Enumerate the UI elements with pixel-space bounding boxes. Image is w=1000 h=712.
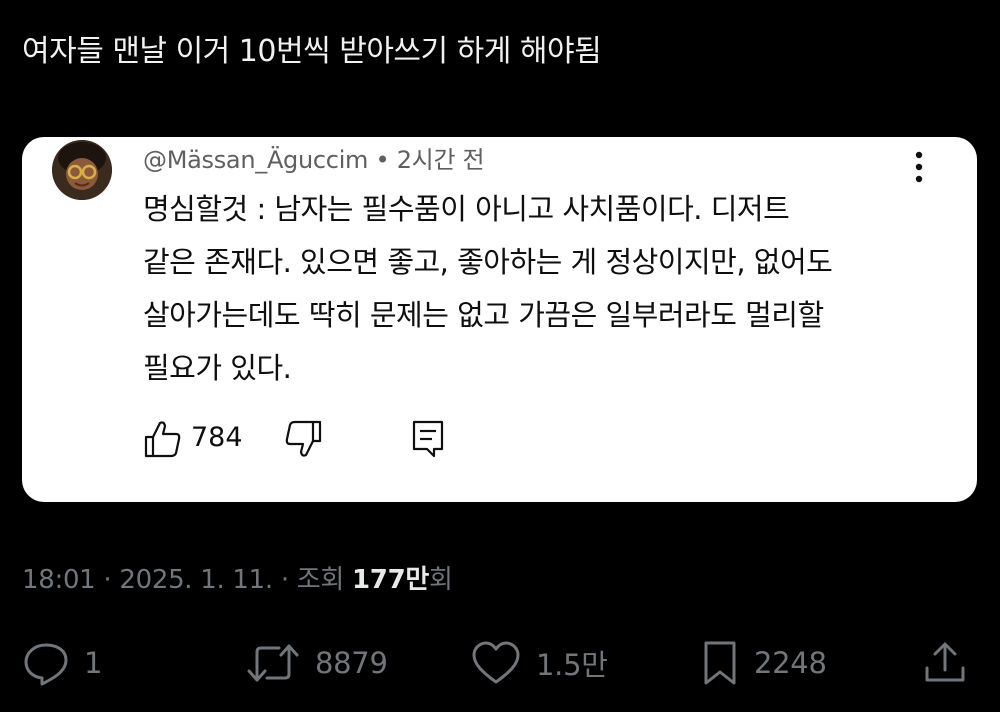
- tweet-date: 2025. 1. 11.: [119, 565, 273, 595]
- reply-button[interactable]: 1: [22, 638, 102, 688]
- post-text: 여자들 맨날 이거 10번씩 받아쓰기 하게 해야됨: [22, 34, 602, 69]
- engagement-bar: 1 8879 1.5만 2248: [0, 630, 1000, 700]
- meta-dot: ·: [280, 565, 289, 595]
- more-vertical-icon[interactable]: [907, 149, 931, 185]
- retweet-icon: [245, 640, 301, 686]
- share-icon: [922, 640, 968, 686]
- reply-icon: [22, 640, 70, 686]
- thumbs-up-icon[interactable]: [143, 418, 183, 460]
- views-count: 177만: [352, 565, 429, 595]
- like-count-tweet: 1.5만: [536, 648, 608, 682]
- comment-line: 살아가는데도 딱히 문제는 없고 가끔은 일부러라도 멀리할: [143, 298, 824, 332]
- reply-comment-icon[interactable]: [408, 418, 448, 460]
- like-button[interactable]: 1.5만: [470, 638, 608, 688]
- comment-line: 필요가 있다.: [143, 351, 292, 385]
- share-button[interactable]: [922, 638, 968, 688]
- tweet-time: 18:01: [22, 565, 96, 595]
- comment-actions: 784: [143, 418, 463, 462]
- retweet-button[interactable]: 8879: [245, 638, 388, 688]
- comment-line: 같은 존재다. 있으면 좋고, 좋아하는 게 정상이지만, 없어도: [143, 245, 833, 279]
- comment-body: 명심할것 : 남자는 필수품이 아니고 사치품이다. 디저트 같은 존재다. 있…: [143, 183, 943, 395]
- like-count: 784: [191, 422, 243, 453]
- views-suffix: 회: [429, 565, 453, 595]
- comment-line: 명심할것 : 남자는 필수품이 아니고 사치품이다. 디저트: [143, 192, 790, 226]
- quoted-comment-card: @Mässan_Äguccim • 2시간 전 명심할것 : 남자는 필수품이 …: [22, 137, 977, 502]
- bookmark-button[interactable]: 2248: [700, 638, 827, 688]
- views-label: 조회: [296, 565, 345, 595]
- comment-meta: @Mässan_Äguccim • 2시간 전: [143, 140, 485, 175]
- thumbs-down-icon[interactable]: [283, 418, 323, 460]
- avatar[interactable]: [52, 140, 112, 200]
- bookmark-icon: [700, 639, 740, 687]
- meta-separator: •: [375, 146, 390, 174]
- heart-icon: [470, 640, 522, 686]
- comment-time: 2시간 전: [396, 146, 485, 174]
- tweet-view: 여자들 맨날 이거 10번씩 받아쓰기 하게 해야됨 @Mässan_Ägucc…: [0, 0, 1000, 712]
- bookmark-count: 2248: [754, 646, 827, 680]
- retweet-count: 8879: [315, 646, 388, 680]
- reply-count: 1: [84, 646, 103, 680]
- comment-author[interactable]: @Mässan_Äguccim: [143, 146, 368, 174]
- tweet-meta: 18:01 · 2025. 1. 11. · 조회 177만회: [22, 559, 453, 596]
- meta-dot: ·: [103, 565, 112, 595]
